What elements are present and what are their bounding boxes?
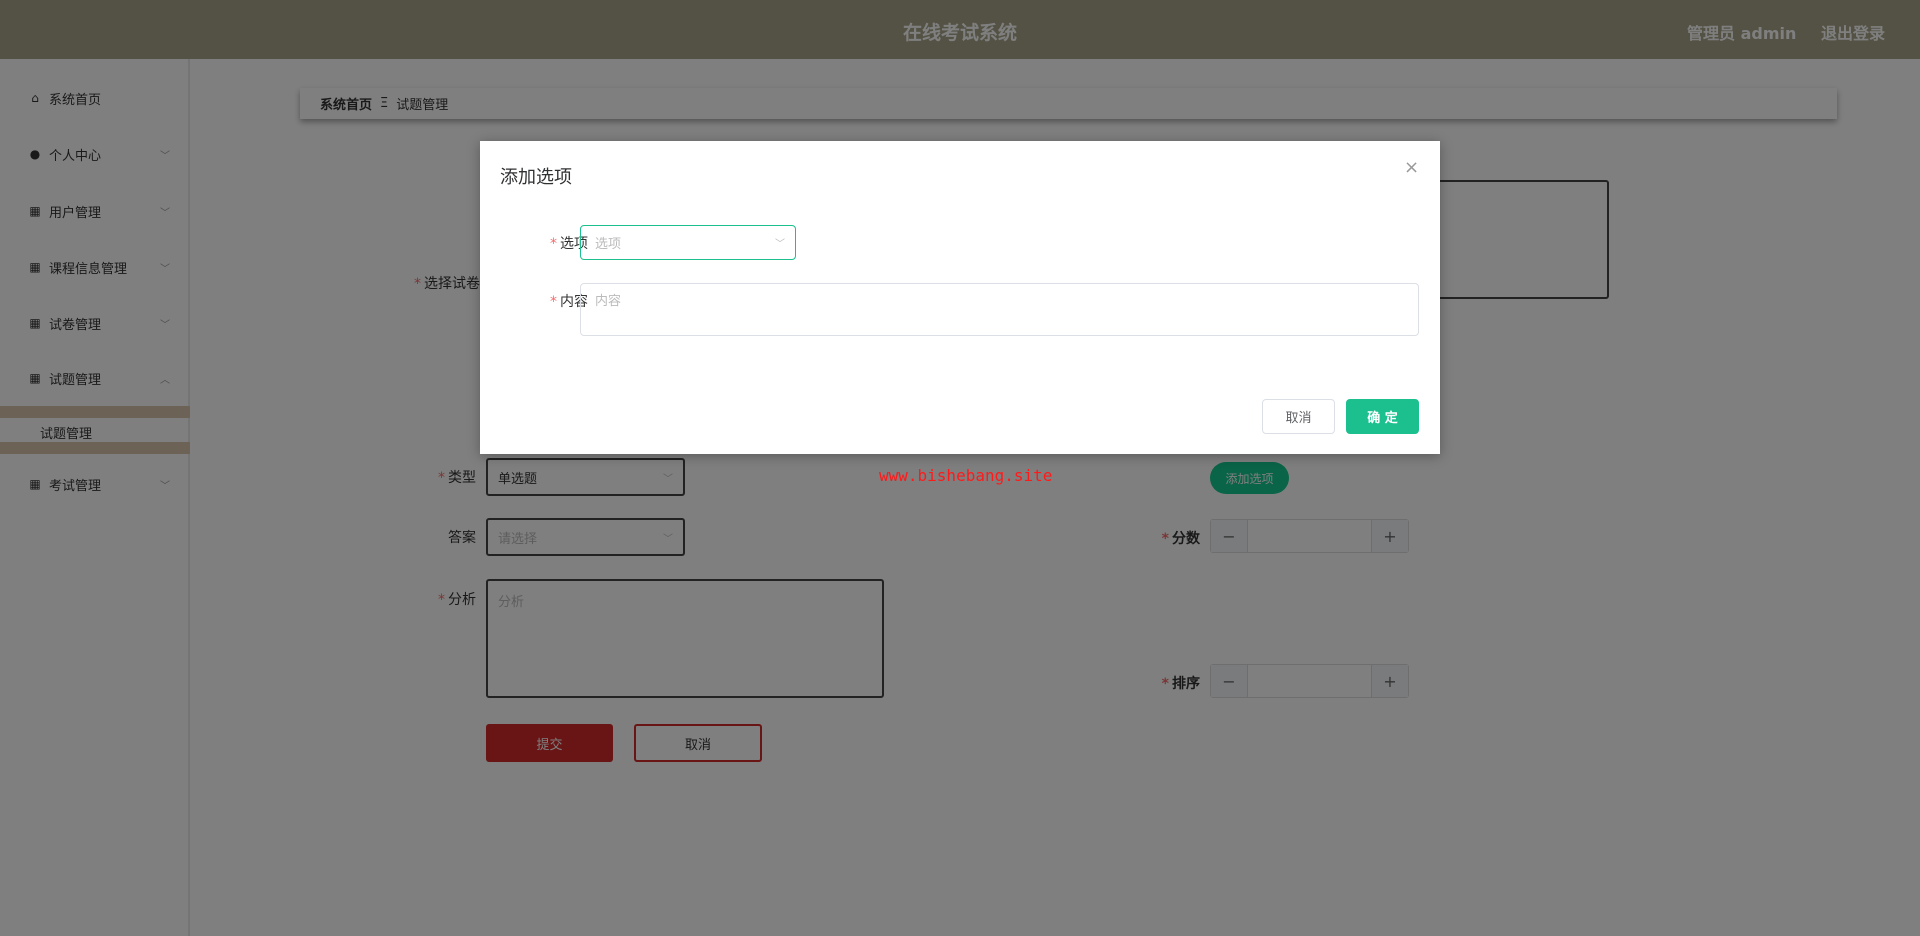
option-select[interactable]: 选项 ﹀: [580, 225, 796, 260]
close-icon[interactable]: ×: [1404, 157, 1419, 178]
dialog-cancel-button[interactable]: 取消: [1262, 399, 1335, 434]
dialog-title: 添加选项: [500, 167, 572, 188]
add-option-dialog: 添加选项 × * 选项 选项 ﹀ * 内容 内容 取消 确 定: [480, 141, 1440, 454]
option-label: * 选项: [550, 236, 588, 252]
content-textarea[interactable]: 内容: [580, 283, 1419, 336]
watermark: www.bishebang.site: [879, 466, 1053, 485]
content-label: * 内容: [550, 294, 588, 310]
chevron-down-icon: ﹀: [775, 239, 785, 250]
dialog-confirm-button[interactable]: 确 定: [1346, 399, 1419, 434]
